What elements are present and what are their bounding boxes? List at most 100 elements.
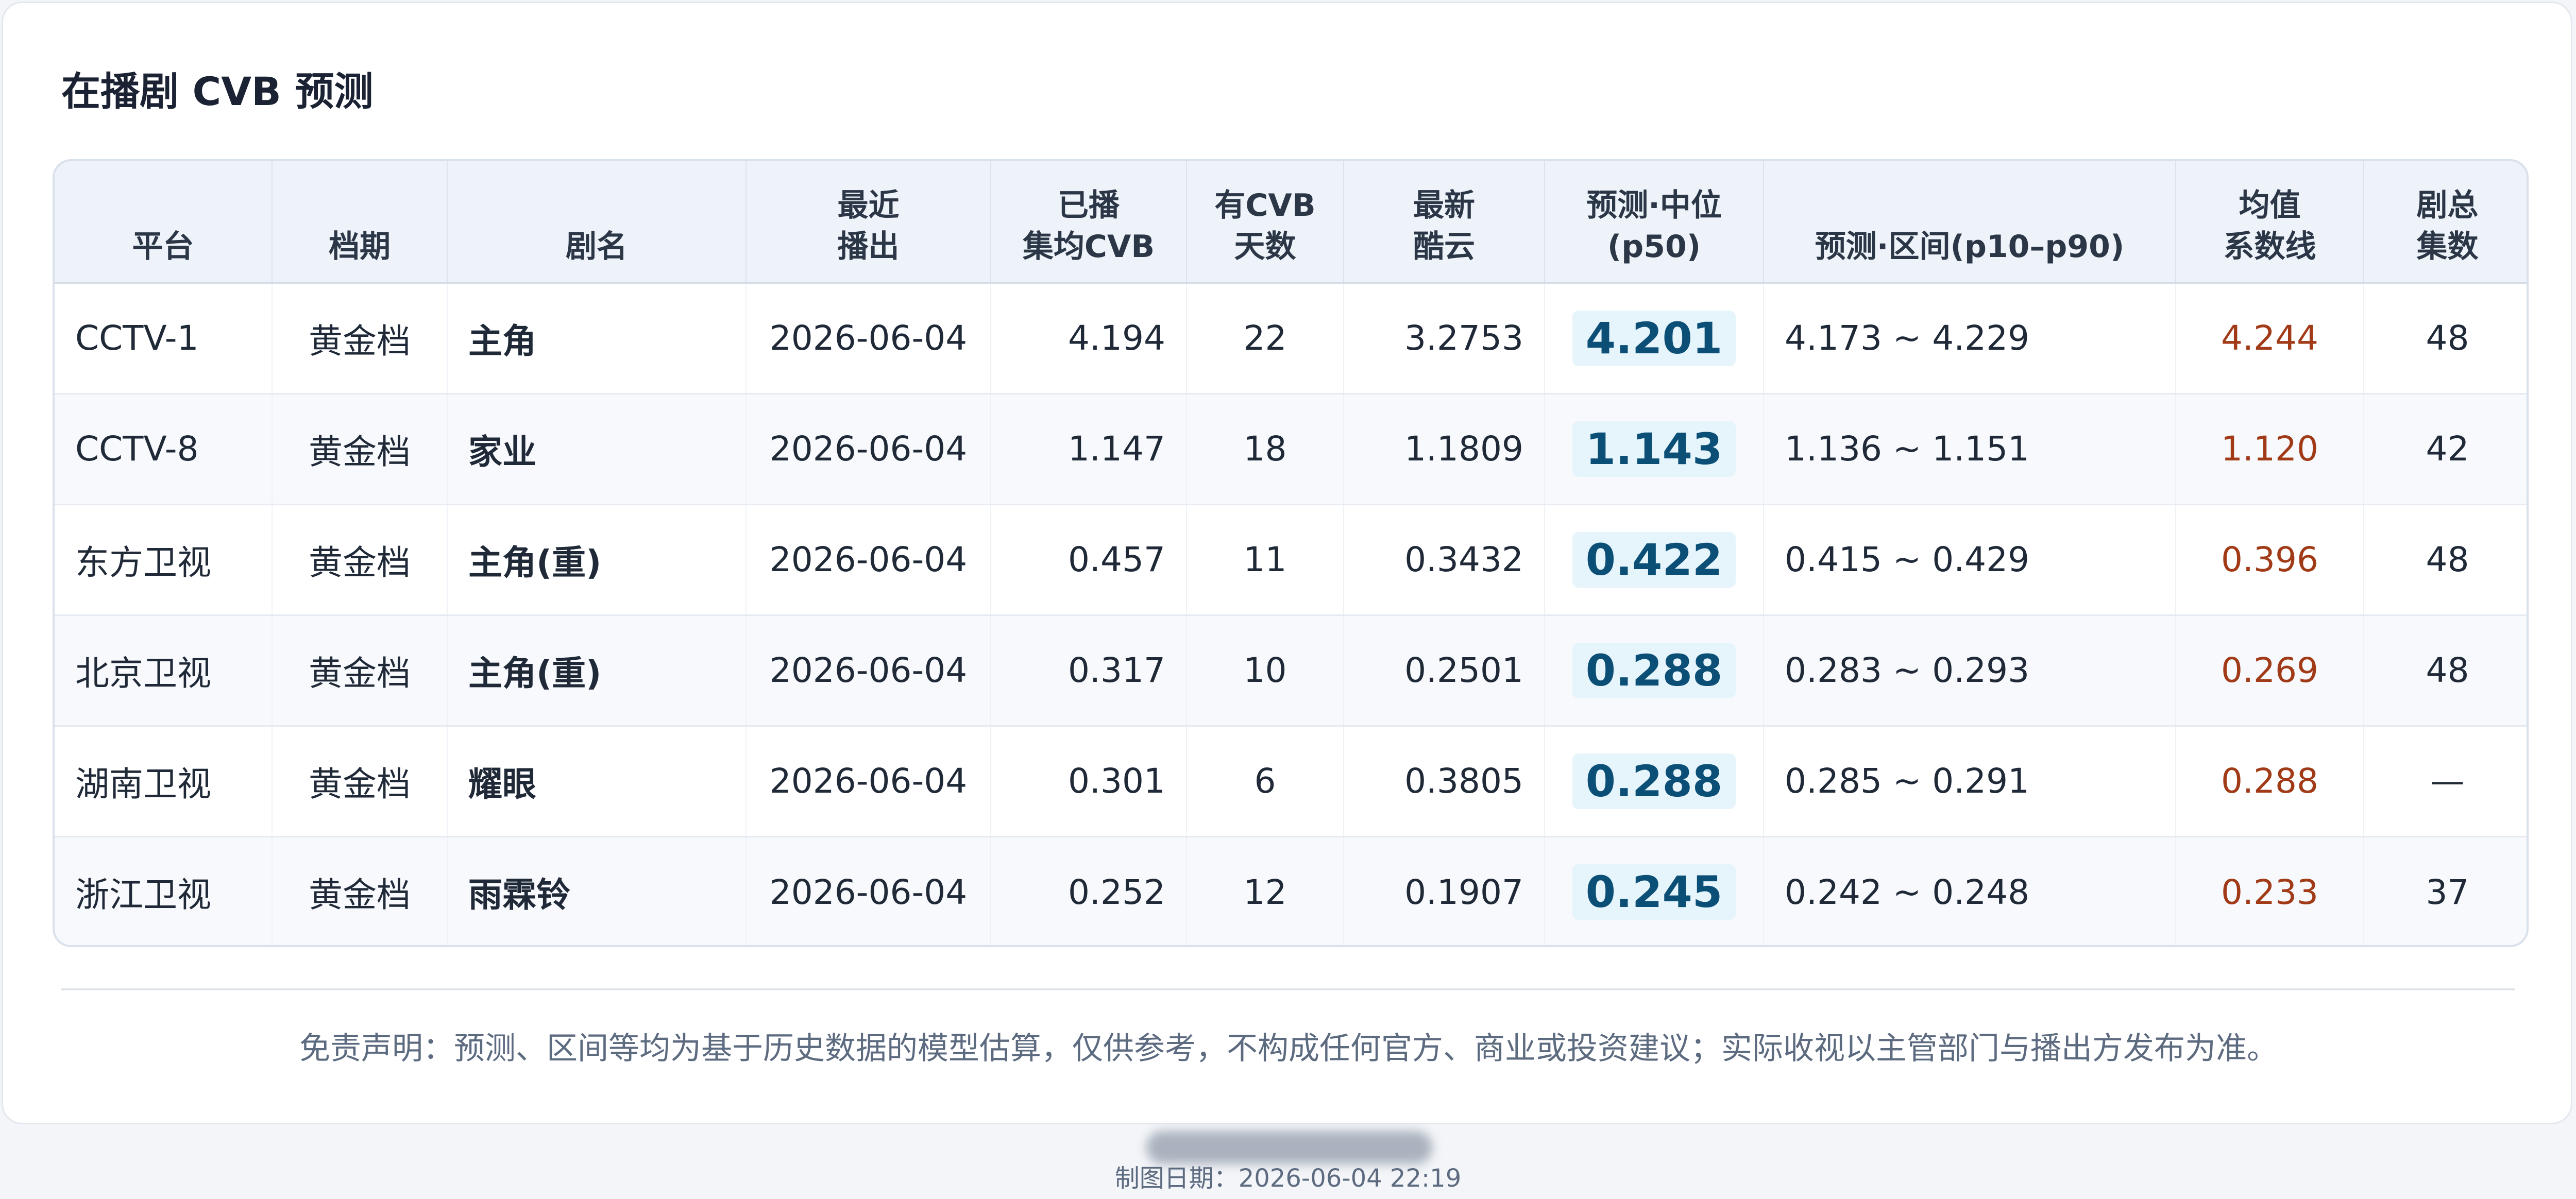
column-header-latest-kuyun: 最新 酷云 [1344, 161, 1545, 284]
column-header-last-aired: 最近 播出 [746, 161, 991, 284]
column-header-mean-line: 均值 系数线 [2176, 161, 2364, 284]
divider [61, 988, 2515, 990]
cell-episodes: — [2364, 726, 2527, 837]
cell-mean-line: 1.120 [2176, 393, 2364, 505]
forecast-table: 平台 档期 剧名 最近 播出 已播 集均CVB 有CVB 天数 最新 酷云 预测·中位 (p50) 预测·… [55, 161, 2527, 945]
cell-drama: 主角(重) [447, 615, 747, 727]
cell-mean-line: 0.288 [2176, 726, 2364, 837]
cell-mean-line: 4.244 [2176, 283, 2364, 395]
cell-cvb-days: 6 [1187, 726, 1344, 837]
p50-badge: 4.201 [1572, 310, 1736, 366]
column-header-label: 最近 [837, 187, 900, 224]
disclaimer-text: 免责声明：预测、区间等均为基于历史数据的模型估算，仅供参考，不构成任何官方、商业… [299, 1031, 2278, 1067]
column-header-label: 预测·中位 [1586, 187, 1722, 224]
cell-avg-cvb: 0.252 [991, 836, 1187, 945]
p50-badge: 0.288 [1572, 642, 1736, 698]
cell-cvb-days: 10 [1187, 615, 1344, 727]
cell-last-aired: 2026-06-04 [746, 726, 991, 837]
column-header-label: 已播 [1058, 187, 1120, 224]
cell-avg-cvb: 0.301 [991, 726, 1187, 837]
cell-platform: 浙江卫视 [55, 836, 273, 945]
cell-mean-line: 0.233 [2176, 836, 2364, 945]
page-title: 在播剧 CVB 预测 [61, 68, 374, 114]
redacted-watermark [1146, 1131, 1432, 1164]
column-header-label: 有CVB [1214, 187, 1316, 224]
cell-last-aired: 2026-06-04 [746, 283, 991, 395]
cell-avg-cvb: 0.457 [991, 504, 1187, 616]
cell-p50: 0.245 [1545, 836, 1764, 945]
column-header-label: (p50) [1607, 229, 1701, 265]
table-body: CCTV-1 黄金档 主角 2026-06-04 4.194 22 3.2753 4.201 4… [55, 283, 2527, 945]
cell-platform: CCTV-1 [55, 283, 273, 395]
cell-range: 0.242 ~ 0.248 [1764, 836, 2176, 945]
column-header-label: 剧总 [2416, 187, 2479, 224]
cell-latest-kuyun: 1.1809 [1344, 393, 1545, 505]
cell-last-aired: 2026-06-04 [746, 504, 991, 616]
p50-badge: 1.143 [1572, 421, 1736, 477]
cell-drama: 雨霖铃 [447, 836, 747, 945]
p50-badge: 0.422 [1572, 532, 1736, 588]
cell-cvb-days: 22 [1187, 283, 1344, 395]
column-header-range: 预测·区间(p10–p90) [1764, 161, 2176, 284]
column-header-label: 档期 [329, 229, 391, 265]
cell-episodes: 48 [2364, 283, 2527, 395]
cell-range: 0.285 ~ 0.291 [1764, 726, 2176, 837]
table-row: 湖南卫视 黄金档 耀眼 2026-06-04 0.301 6 0.3805 0.288 0.28… [55, 726, 2527, 837]
cell-range: 0.415 ~ 0.429 [1764, 504, 2176, 616]
cell-episodes: 37 [2426, 872, 2469, 912]
column-header-p50: 预测·中位 (p50) [1545, 161, 1764, 284]
cell-p50: 1.143 [1545, 393, 1764, 505]
column-header-label: 均值 [2239, 187, 2301, 224]
cell-latest-kuyun: 0.3805 [1344, 726, 1545, 837]
cell-slot: 黄金档 [272, 393, 448, 505]
column-header-label: 天数 [1234, 229, 1296, 265]
column-header-cvb-days: 有CVB 天数 [1187, 161, 1344, 284]
cell-p50: 4.201 [1545, 283, 1764, 395]
column-header-label: 系数线 [2223, 229, 2316, 265]
column-header-drama: 剧名 [447, 161, 747, 284]
column-header-episodes: 剧总 集数 [2364, 161, 2527, 284]
table-row: 浙江卫视 黄金档 雨霖铃 2026-06-04 0.252 12 0.1907 0.245 0.… [55, 836, 2527, 945]
cell-slot: 黄金档 [272, 504, 448, 616]
column-header-label: 集数 [2416, 229, 2479, 265]
cell-avg-cvb: 4.194 [991, 283, 1187, 395]
cell-avg-cvb: 1.147 [991, 393, 1187, 505]
cell-mean-line: 0.396 [2176, 504, 2364, 616]
column-header-label: 酷云 [1413, 229, 1475, 265]
cell-drama: 耀眼 [447, 726, 747, 837]
cell-last-aired: 2026-06-04 [746, 615, 991, 727]
cell-cvb-days: 11 [1187, 504, 1344, 616]
column-header-label: 平台 [132, 229, 194, 265]
cell-avg-cvb: 0.317 [991, 615, 1187, 727]
cell-last-aired: 2026-06-04 [746, 393, 991, 505]
cell-slot: 黄金档 [272, 836, 448, 945]
cell-range: 0.283 ~ 0.293 [1764, 615, 2176, 727]
cell-episodes: 48 [2364, 615, 2527, 727]
cell-slot: 黄金档 [272, 726, 448, 837]
cell-platform: 东方卫视 [55, 504, 273, 616]
cell-platform: 北京卫视 [55, 615, 273, 727]
table-row: 东方卫视 黄金档 主角(重) 2026-06-04 0.457 11 0.3432 0.422… [55, 504, 2527, 616]
table-row: CCTV-1 黄金档 主角 2026-06-04 4.194 22 3.2753 4.201 4… [55, 283, 2527, 395]
cell-p50: 0.422 [1545, 504, 1764, 616]
column-header-avg-cvb: 已播集均CVB [991, 161, 1187, 284]
cell-cvb-days: 18 [1187, 393, 1344, 505]
column-header-label: 剧名 [566, 229, 628, 265]
cell-drama: 主角(重) [447, 504, 747, 616]
cell-platform: CCTV-8 [55, 393, 273, 505]
cell-latest-kuyun: 0.1907 [1344, 836, 1545, 945]
cell-range: 4.173 ~ 4.229 [1764, 283, 2176, 395]
cell-p50: 0.288 [1545, 615, 1764, 727]
table-row: 北京卫视 黄金档 主角(重) 2026-06-04 0.317 10 0.2501 0.288… [55, 615, 2527, 727]
column-header-label: 播出 [837, 229, 900, 265]
cell-p50: 0.288 [1545, 726, 1764, 837]
column-header-platform: 平台 [55, 161, 273, 284]
cell-latest-kuyun: 0.2501 [1344, 615, 1545, 727]
cell-drama: 主角 [447, 283, 747, 395]
p50-badge: 0.288 [1572, 753, 1736, 809]
forecast-table-container: 平台 档期 剧名 最近 播出 已播 集均CVB 有CVB 天数 最新 酷云 预测·中位 (p50) 预测·… [53, 159, 2529, 947]
column-header-label: 最新 [1413, 187, 1475, 224]
cell-slot: 黄金档 [272, 283, 448, 395]
column-header-label: 集均CVB [1022, 229, 1155, 265]
chart-date: 制图日期：2026-06-04 22:19 [1114, 1164, 1462, 1193]
